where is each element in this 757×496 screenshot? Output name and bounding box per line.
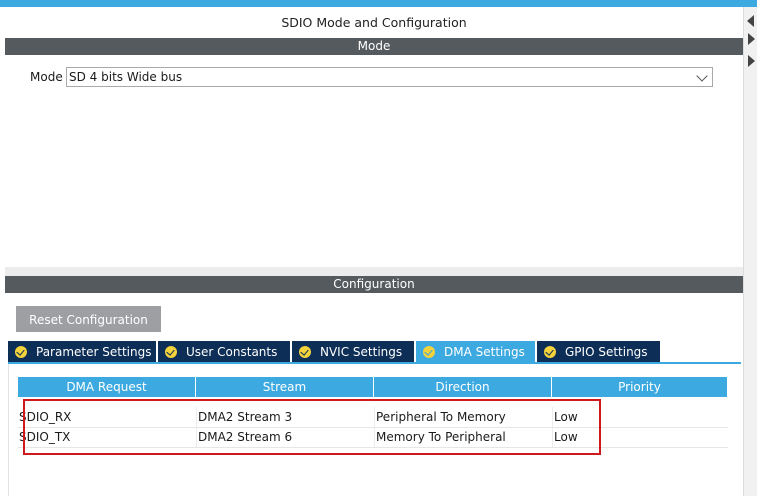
tab-label: GPIO Settings — [565, 345, 648, 359]
highlight-annotation-box — [23, 399, 601, 455]
mode-section-header: Mode — [5, 38, 743, 55]
tab-dma-settings[interactable]: DMA Settings — [416, 341, 537, 363]
check-icon — [165, 346, 177, 358]
tab-label: User Constants — [186, 345, 278, 359]
chevron-down-icon[interactable] — [696, 70, 708, 82]
configuration-section-header: Configuration — [5, 276, 743, 293]
mode-select[interactable]: SD 4 bits Wide bus — [66, 67, 713, 87]
check-icon — [15, 346, 27, 358]
column-header[interactable]: Priority — [552, 377, 728, 397]
panel-title: SDIO Mode and Configuration — [281, 15, 467, 30]
mode-select-value: SD 4 bits Wide bus — [69, 70, 183, 84]
reset-configuration-button[interactable]: Reset Configuration — [16, 306, 161, 332]
column-header[interactable]: Stream — [196, 377, 374, 397]
check-icon — [544, 346, 556, 358]
column-header[interactable]: DMA Request — [18, 377, 196, 397]
tab-parameter-settings[interactable]: Parameter Settings — [8, 341, 158, 363]
tab-label: Parameter Settings — [36, 345, 152, 359]
section-divider — [5, 267, 743, 276]
tab-label: DMA Settings — [444, 345, 525, 359]
tab-user-constants[interactable]: User Constants — [158, 341, 292, 363]
tab-label: NVIC Settings — [320, 345, 403, 359]
check-icon — [423, 346, 435, 358]
tab-gpio-settings[interactable]: GPIO Settings — [537, 341, 662, 363]
tab-nvic-settings[interactable]: NVIC Settings — [292, 341, 416, 363]
top-accent-strip — [0, 0, 757, 7]
column-header[interactable]: Direction — [374, 377, 552, 397]
side-toolbar — [743, 7, 757, 496]
check-icon — [299, 346, 311, 358]
mode-label: Mode — [30, 70, 63, 84]
expand-right-icon[interactable] — [748, 55, 755, 67]
expand-right-icon[interactable] — [748, 33, 755, 45]
collapse-left-icon[interactable] — [747, 15, 754, 27]
